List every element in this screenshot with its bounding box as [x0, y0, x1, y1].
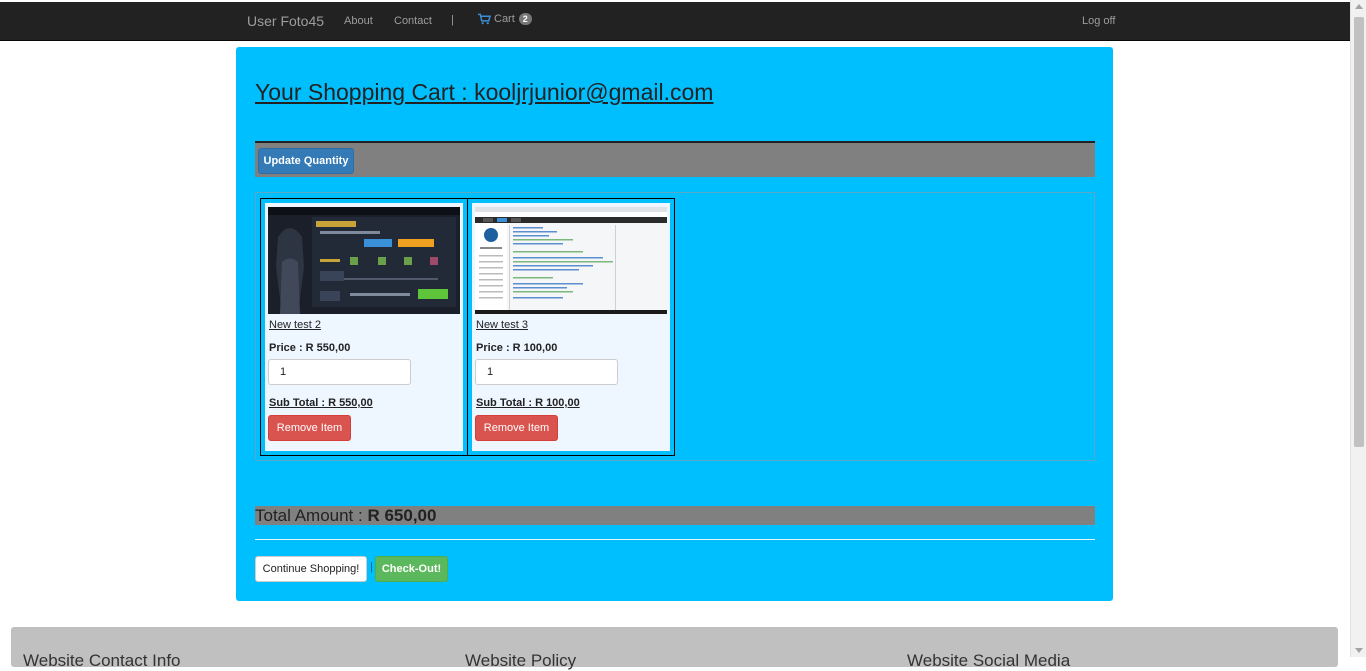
checkout-button[interactable]: Check-Out!: [375, 556, 448, 582]
product-subtotal: Sub Total : R 550,00: [269, 397, 373, 409]
site-footer: Website Contact Info Website Policy Webs…: [11, 627, 1338, 670]
quantity-input[interactable]: [268, 359, 411, 385]
scrollbar-thumb[interactable]: [1354, 17, 1364, 447]
footer-social-heading: Website Social Media: [907, 651, 1071, 670]
total-amount-label: Total Amount :: [255, 506, 363, 525]
product-image[interactable]: [268, 207, 460, 314]
cart-item: New test 3 Price : R 100,00 Sub Total : …: [467, 198, 675, 456]
product-name-link[interactable]: New test 3: [476, 319, 528, 331]
scroll-up-arrow-icon[interactable]: [1355, 4, 1363, 9]
footer-policy-heading: Website Policy: [465, 651, 577, 670]
product-image[interactable]: [475, 207, 667, 314]
remove-item-button[interactable]: Remove Item: [475, 415, 558, 441]
footer-contact-heading: Website Contact Info: [23, 651, 181, 670]
nav-cart-link[interactable]: Cart 2: [478, 13, 532, 25]
cart-label: Cart: [494, 13, 515, 25]
total-amount-bar: Total Amount : R 650,00: [255, 506, 1095, 525]
top-navbar: User Foto45 About Contact | Cart 2 Log o…: [0, 2, 1350, 41]
button-separator: |: [370, 561, 373, 573]
continue-shopping-button[interactable]: Continue Shopping!: [255, 556, 367, 582]
quantity-input[interactable]: [475, 359, 618, 385]
product-subtotal: Sub Total : R 100,00: [476, 397, 580, 409]
cart-item-card: New test 3 Price : R 100,00 Sub Total : …: [472, 203, 670, 451]
cart-item-card: New test 2 Price : R 550,00 Sub Total : …: [265, 203, 463, 451]
cart-items-list: New test 2 Price : R 550,00 Sub Total : …: [255, 192, 1095, 461]
shopping-cart-icon: [478, 13, 491, 25]
cart-toolbar: Update Quantity: [255, 143, 1095, 177]
product-price: Price : R 550,00: [269, 342, 351, 354]
nav-separator: |: [451, 14, 454, 26]
nav-contact-link[interactable]: Contact: [394, 15, 432, 27]
update-quantity-button[interactable]: Update Quantity: [258, 148, 354, 174]
total-amount-value: R 650,00: [367, 506, 437, 525]
remove-item-button[interactable]: Remove Item: [268, 415, 351, 441]
product-name-link[interactable]: New test 2: [269, 319, 321, 331]
product-price: Price : R 100,00: [476, 342, 558, 354]
log-off-link[interactable]: Log off: [1082, 15, 1115, 27]
brand-link[interactable]: User Foto45: [247, 13, 324, 29]
nav-about-link[interactable]: About: [344, 15, 373, 27]
cart-count-badge: 2: [518, 13, 532, 25]
cart-item: New test 2 Price : R 550,00 Sub Total : …: [260, 198, 468, 456]
scroll-down-arrow-icon[interactable]: [1355, 648, 1363, 653]
page-title[interactable]: Your Shopping Cart : kooljrjunior@gmail.…: [255, 79, 713, 106]
footer-divider: [255, 539, 1095, 540]
shopping-cart-panel: Your Shopping Cart : kooljrjunior@gmail.…: [236, 47, 1113, 601]
page-scrollbar[interactable]: [1350, 0, 1366, 657]
